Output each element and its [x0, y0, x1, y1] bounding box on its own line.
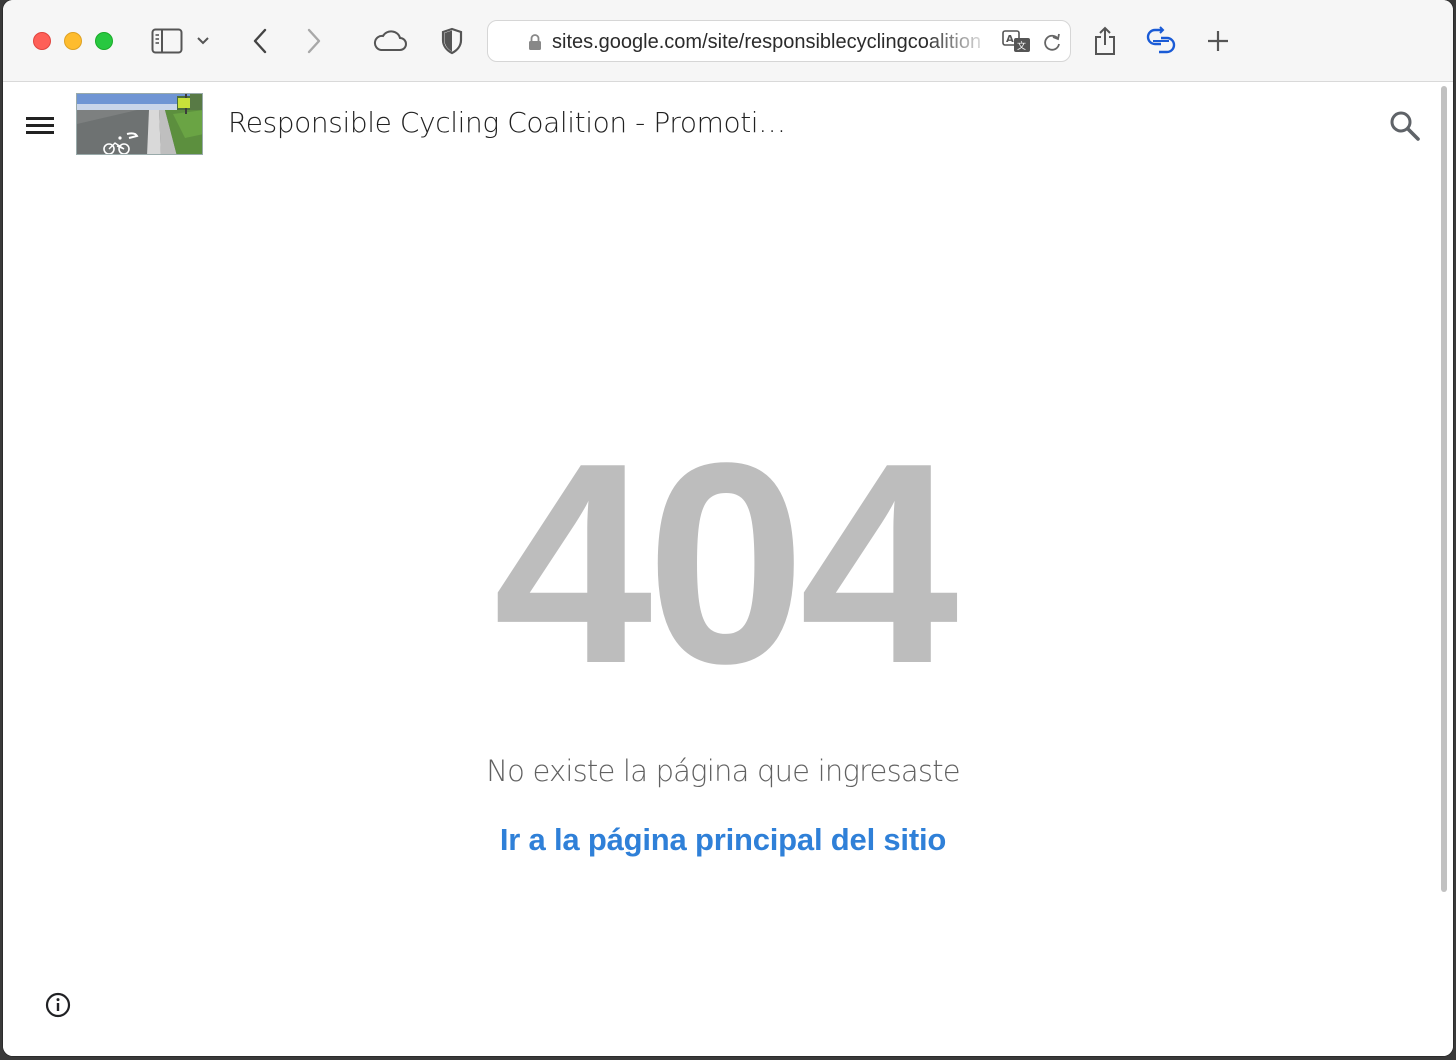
icloud-tabs-button[interactable] [369, 22, 411, 60]
share-button[interactable] [1086, 22, 1124, 60]
shield-icon [441, 27, 463, 55]
reload-icon[interactable] [1042, 31, 1062, 53]
sidebar-toggle-button[interactable] [148, 22, 186, 60]
info-icon [45, 992, 71, 1018]
minimize-window-button[interactable] [64, 32, 82, 50]
search-icon [1390, 111, 1420, 141]
tab-groups-dropdown[interactable] [191, 22, 215, 60]
bike-lane-photo [77, 94, 202, 154]
address-bar[interactable]: sites.google.com/site/responsiblecycling… [487, 20, 1071, 62]
url-text: sites.google.com/site/responsiblecycling… [552, 31, 982, 53]
site-header: Responsible Cycling Coalition - Promoti… [3, 82, 1433, 172]
forward-button[interactable] [295, 22, 333, 60]
lock-icon [529, 34, 541, 50]
error-message: No existe la página que ingresaste [486, 754, 960, 788]
site-title[interactable]: Responsible Cycling Coalition - Promoti… [228, 106, 788, 146]
site-info-button[interactable] [43, 990, 73, 1020]
maximize-window-button[interactable] [95, 32, 113, 50]
menu-icon [26, 117, 54, 134]
translate-icon[interactable]: A 文 [1002, 30, 1032, 54]
svg-text:文: 文 [1017, 40, 1026, 52]
forward-icon [307, 28, 321, 54]
cloud-icon [373, 30, 407, 51]
extension-button[interactable] [1142, 22, 1180, 60]
extension-icon [1146, 26, 1176, 54]
privacy-report-button[interactable] [433, 22, 471, 60]
chevron-down-icon [197, 37, 209, 45]
back-icon [253, 28, 267, 54]
site-logo[interactable] [76, 93, 203, 155]
new-tab-button[interactable] [1199, 22, 1237, 60]
menu-button[interactable] [23, 108, 57, 142]
new-tab-icon [1208, 31, 1228, 51]
back-button[interactable] [241, 22, 279, 60]
error-code: 404 [493, 403, 958, 723]
share-icon [1095, 26, 1115, 55]
home-link[interactable]: Ir a la página principal del sitio [3, 822, 1443, 858]
close-window-button[interactable] [33, 32, 51, 50]
browser-toolbar: sites.google.com/site/responsiblecycling… [3, 0, 1453, 82]
svg-text:A: A [1006, 34, 1014, 45]
site-search-button[interactable] [1385, 106, 1425, 146]
browser-window: sites.google.com/site/responsiblecycling… [3, 0, 1453, 1056]
page-content: Responsible Cycling Coalition - Promoti…… [3, 82, 1453, 1056]
sidebar-icon [151, 28, 183, 54]
